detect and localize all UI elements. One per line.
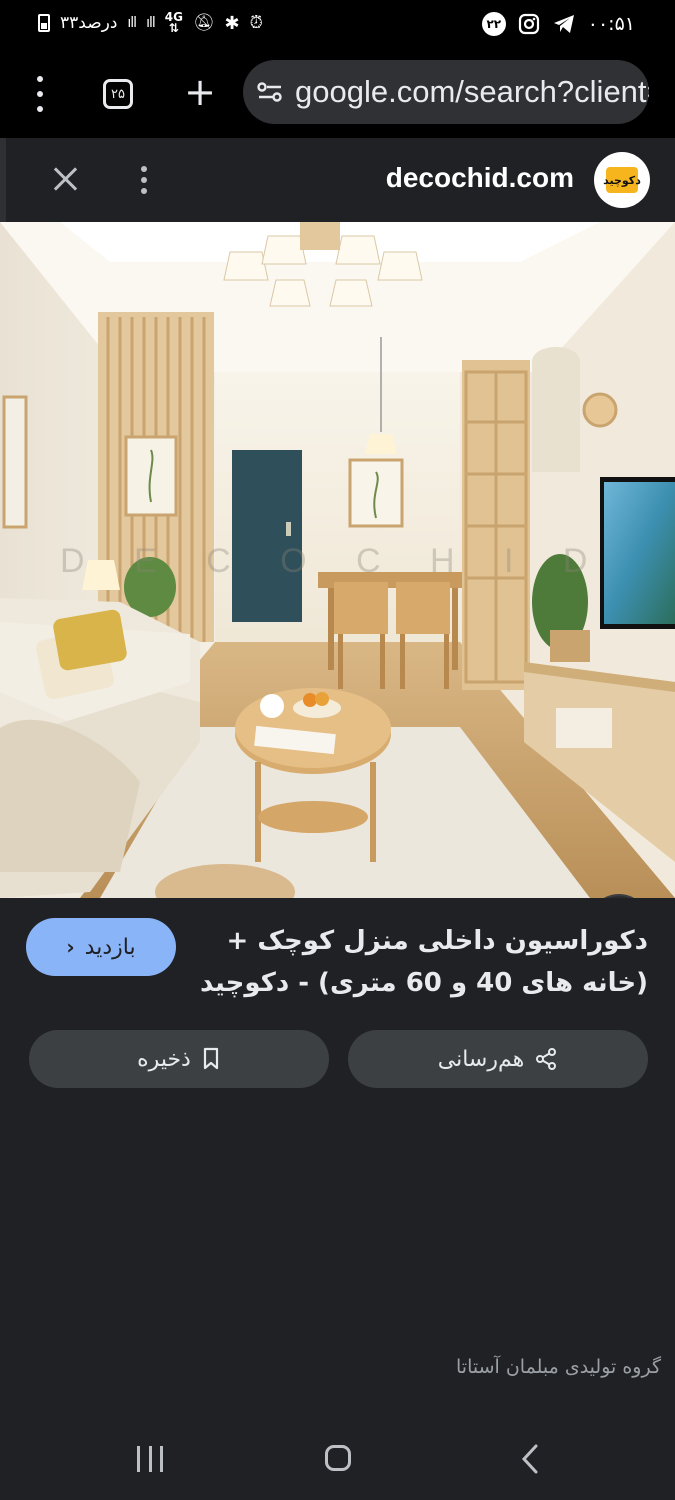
battery-percent: ۳۳درصد bbox=[60, 13, 118, 33]
menu-dot bbox=[141, 166, 147, 172]
close-button[interactable] bbox=[50, 164, 80, 194]
instagram-icon bbox=[518, 13, 539, 35]
network-type: 4G ⇅ bbox=[164, 10, 183, 35]
site-logo: دکوچید bbox=[594, 152, 650, 208]
address-bar[interactable]: google.com/search?client=ms-android-sams… bbox=[243, 60, 649, 124]
new-tab-button[interactable]: + bbox=[180, 70, 220, 114]
menu-dot bbox=[37, 91, 43, 97]
site-settings-icon[interactable] bbox=[257, 81, 283, 103]
bar bbox=[137, 1446, 140, 1472]
mute-icon: 🔕︎ bbox=[192, 13, 215, 33]
menu-dot bbox=[141, 177, 147, 183]
tab-count-label: ۲۵ bbox=[111, 86, 125, 102]
bluetooth-icon: ✱ bbox=[224, 12, 240, 34]
status-bar: ۳۳درصد ıll ıll 4G ⇅ 🔕︎ ✱ ⏰︎ ۲۲ ۰۰:۵۱ bbox=[0, 0, 675, 52]
site-logo-mark: دکوچید bbox=[603, 167, 641, 193]
living-room-photo: D E C O C H I D bbox=[0, 222, 675, 898]
bar bbox=[148, 1446, 152, 1472]
network-label: 4G bbox=[164, 10, 183, 24]
bar bbox=[160, 1446, 163, 1472]
signal-icon-2: ıll bbox=[146, 15, 156, 31]
related-result-caption[interactable]: گروه تولیدی مبلمان آستاتا bbox=[456, 1356, 661, 1378]
clock: ۰۰:۵۱ bbox=[587, 13, 635, 35]
result-title[interactable]: دکوراسیون داخلی منزل کوچک + (خانه های 40… bbox=[188, 920, 648, 1004]
more-options-button[interactable] bbox=[140, 166, 148, 194]
sheet-header: decochid.com دکوچید bbox=[0, 138, 675, 222]
tab-switcher-button[interactable]: ۲۵ bbox=[103, 79, 133, 109]
visit-label: بازدید bbox=[84, 934, 136, 960]
bookmark-icon bbox=[203, 1047, 218, 1070]
recent-apps-button[interactable] bbox=[137, 1446, 163, 1472]
source-site-name[interactable]: decochid.com bbox=[386, 162, 574, 194]
browser-menu-button[interactable] bbox=[28, 76, 52, 112]
image-result-sheet: decochid.com دکوچید D E C O C H I D دکور… bbox=[0, 138, 675, 1500]
signal-icon: ıll bbox=[127, 15, 137, 31]
menu-dot bbox=[141, 188, 147, 194]
share-button[interactable]: هم‌رسانی bbox=[348, 1030, 648, 1088]
menu-dot bbox=[37, 106, 43, 112]
status-right: ۲۲ ۰۰:۵۱ bbox=[481, 12, 635, 36]
battery-icon bbox=[38, 14, 50, 32]
browser-toolbar: ۲۵ + google.com/search?client=ms-android… bbox=[0, 52, 675, 136]
save-label: ذخیره bbox=[137, 1046, 191, 1072]
telegram-icon bbox=[553, 15, 574, 33]
system-navigation-bar bbox=[0, 1420, 675, 1500]
url-text: google.com/search?client=ms-android-sams… bbox=[295, 74, 649, 109]
menu-dot bbox=[37, 76, 43, 82]
status-left: ۳۳درصد ıll ıll 4G ⇅ 🔕︎ ✱ ⏰︎ bbox=[38, 10, 263, 35]
chevron-left-icon: ‹ bbox=[66, 935, 75, 959]
home-button[interactable] bbox=[325, 1445, 351, 1471]
back-button[interactable] bbox=[520, 1444, 540, 1474]
result-image[interactable]: D E C O C H I D bbox=[0, 222, 675, 898]
share-label: هم‌رسانی bbox=[437, 1046, 525, 1072]
save-button[interactable]: ذخیره bbox=[29, 1030, 329, 1088]
visit-button[interactable]: بازدید ‹ bbox=[26, 918, 176, 976]
share-icon bbox=[536, 1048, 557, 1070]
notification-badge: ۲۲ bbox=[481, 12, 506, 36]
watermark-text: D E C O C H I D bbox=[60, 542, 607, 580]
alarm-icon: ⏰︎ bbox=[249, 13, 263, 33]
